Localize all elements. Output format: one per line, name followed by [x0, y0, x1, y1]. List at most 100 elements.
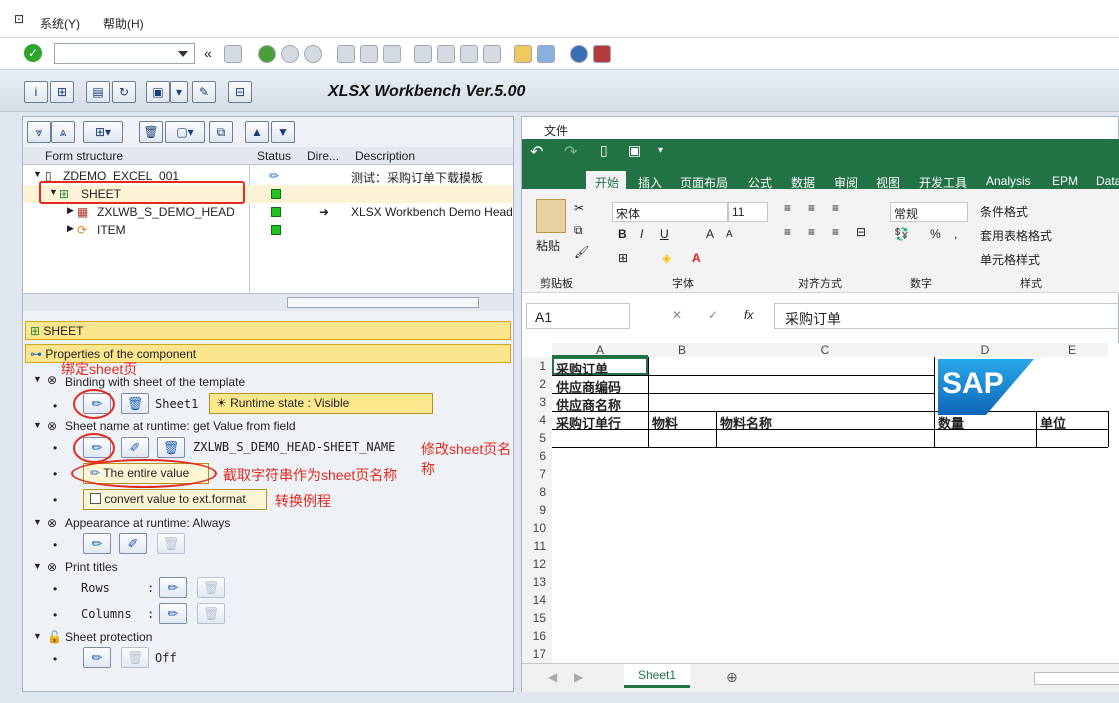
cell-a4[interactable]: 采购订单行 — [556, 413, 621, 432]
clear-icon[interactable]: ⊗ — [47, 419, 57, 433]
tree-row[interactable]: ▶ ⟳ ITEM — [23, 221, 513, 239]
chart-sheetname-button[interactable]: ✐ — [121, 437, 149, 458]
col-header-e[interactable]: E — [1036, 343, 1108, 357]
horizontal-scrollbar[interactable] — [1034, 672, 1119, 685]
caret-down-icon[interactable]: ▼ — [33, 169, 42, 179]
tree-row[interactable]: ▶ ▦ ZXLWB_S_DEMO_HEAD ➜ XLSX Workbench D… — [23, 203, 513, 221]
row-header[interactable]: 3 — [522, 393, 552, 411]
prev-page-icon[interactable] — [437, 45, 455, 63]
col-header-a[interactable]: A — [552, 343, 648, 357]
cell-d4[interactable]: 数量 — [938, 413, 964, 432]
chart-appearance-button[interactable]: ✐ — [119, 533, 147, 554]
delete-appearance-button[interactable]: 🗑 — [157, 533, 185, 554]
row-header[interactable]: 6 — [522, 447, 552, 465]
new-session-icon[interactable] — [514, 45, 532, 63]
align-bottom-icon[interactable]: ≡ — [832, 201, 839, 215]
collapse-all-icon[interactable]: ⩓ — [51, 121, 75, 143]
tab-analysis[interactable]: Analysis — [986, 174, 1031, 188]
last-page-icon[interactable] — [483, 45, 501, 63]
underline-icon[interactable]: U — [660, 227, 669, 241]
caret-down-icon[interactable]: ▼ — [33, 374, 42, 384]
command-field[interactable] — [54, 43, 195, 64]
back-icon[interactable] — [258, 45, 276, 63]
row-header[interactable]: 4 — [522, 411, 552, 429]
confirm-entry-icon[interactable]: ✓ — [708, 308, 718, 322]
save-icon[interactable]: ▣ — [628, 142, 641, 159]
font-size-select[interactable]: 11 — [728, 202, 768, 222]
row-header[interactable]: 15 — [522, 609, 552, 627]
menu-help[interactable]: 帮助(H) — [103, 15, 144, 32]
bold-icon[interactable]: B — [618, 227, 627, 241]
exit-icon[interactable] — [281, 45, 299, 63]
row-header[interactable]: 2 — [522, 375, 552, 393]
scroll-next-sheet-icon[interactable]: ▶ — [574, 670, 583, 684]
row-header[interactable]: 13 — [522, 573, 552, 591]
customize-icon[interactable]: ▾ — [658, 145, 663, 156]
caret-down-icon[interactable]: ▼ — [33, 420, 42, 430]
row-header[interactable]: 12 — [522, 555, 552, 573]
align-middle-icon[interactable]: ≡ — [808, 201, 815, 215]
print-icon[interactable] — [337, 45, 355, 63]
clear-icon[interactable]: ⊗ — [47, 560, 57, 574]
italic-icon[interactable]: I — [640, 227, 643, 241]
row-header[interactable]: 7 — [522, 465, 552, 483]
shrink-font-icon[interactable]: A — [726, 229, 733, 240]
cancel-entry-icon[interactable]: ✕ — [672, 308, 682, 322]
row-header[interactable]: 5 — [522, 429, 552, 447]
layout-icon[interactable] — [593, 45, 611, 63]
menu-icon[interactable]: ⊡ — [14, 12, 24, 26]
find-next-icon[interactable] — [383, 45, 401, 63]
paste-icon[interactable]: ⧉ — [209, 121, 233, 143]
worksheet-grid[interactable]: A B C D E 1 2 3 4 5 6 7 8 9 10 11 12 13 14 15 16 17 采购订单… — [522, 343, 1119, 663]
cell-a3[interactable]: 供应商名称 — [556, 395, 621, 414]
save-dropdown-icon[interactable]: ▾ — [170, 81, 188, 103]
col-description[interactable]: Description — [355, 149, 415, 163]
formula-bar[interactable]: 采购订单 — [774, 303, 1119, 329]
fill-color-icon[interactable]: ◈ — [662, 251, 671, 265]
hierarchy-icon[interactable]: ⊟ — [228, 81, 252, 103]
collapse-icon[interactable]: « — [204, 45, 212, 61]
col-form-structure[interactable]: Form structure — [45, 149, 123, 163]
row-header[interactable]: 14 — [522, 591, 552, 609]
edit-protection-button[interactable]: ✏ — [83, 647, 111, 668]
move-up-icon[interactable]: ▲ — [245, 121, 269, 143]
function-icon[interactable]: fx — [744, 308, 753, 322]
align-top-icon[interactable]: ≡ — [784, 201, 791, 215]
redo-icon[interactable]: ↷ — [564, 142, 577, 162]
format-table-button[interactable]: 套用表格格式 — [980, 227, 1052, 244]
caret-down-icon[interactable]: ▼ — [33, 631, 42, 641]
caret-right-icon[interactable]: ▶ — [67, 223, 74, 234]
shortcut-icon[interactable] — [537, 45, 555, 63]
paste-icon[interactable] — [536, 199, 566, 233]
font-name-select[interactable]: 宋体 — [612, 202, 728, 222]
caret-down-icon[interactable]: ▼ — [33, 561, 42, 571]
col-status[interactable]: Status — [257, 149, 291, 163]
align-right-icon[interactable]: ≡ — [832, 225, 839, 239]
copy-icon[interactable]: ⧉ — [574, 223, 583, 238]
cancel-icon[interactable] — [304, 45, 322, 63]
delete-protection-button[interactable]: 🗑 — [121, 647, 149, 668]
grow-font-icon[interactable]: A — [706, 227, 714, 241]
file-tab[interactable]: 文件 — [544, 122, 568, 139]
col-header-c[interactable]: C — [716, 343, 934, 357]
display-icon[interactable]: ▤ — [86, 81, 110, 103]
clear-icon[interactable]: ⊗ — [47, 516, 57, 530]
merge-icon[interactable]: ⊟ — [856, 225, 866, 239]
help-icon[interactable] — [570, 45, 588, 63]
edit-rows-button[interactable]: ✏ — [159, 577, 187, 598]
next-page-icon[interactable] — [460, 45, 478, 63]
tree-scrollbar[interactable] — [23, 293, 513, 311]
add-component-icon[interactable]: ⊞▾ — [83, 121, 123, 143]
cell-a1[interactable]: 采购订单 — [556, 359, 608, 378]
new-file-icon[interactable]: ▯ — [600, 142, 608, 159]
font-color-icon[interactable]: A — [692, 251, 701, 265]
add-sheet-icon[interactable]: ⊕ — [726, 669, 738, 686]
row-header[interactable]: 10 — [522, 519, 552, 537]
delete-binding-button[interactable]: 🗑 — [121, 393, 149, 414]
move-down-icon[interactable]: ▼ — [271, 121, 295, 143]
tab-epm[interactable]: EPM — [1052, 174, 1078, 188]
find-icon[interactable] — [360, 45, 378, 63]
cut-icon[interactable]: ✂ — [574, 201, 584, 215]
delete-columns-button[interactable]: 🗑 — [197, 603, 225, 624]
refresh-icon[interactable]: ↻ — [112, 81, 136, 103]
